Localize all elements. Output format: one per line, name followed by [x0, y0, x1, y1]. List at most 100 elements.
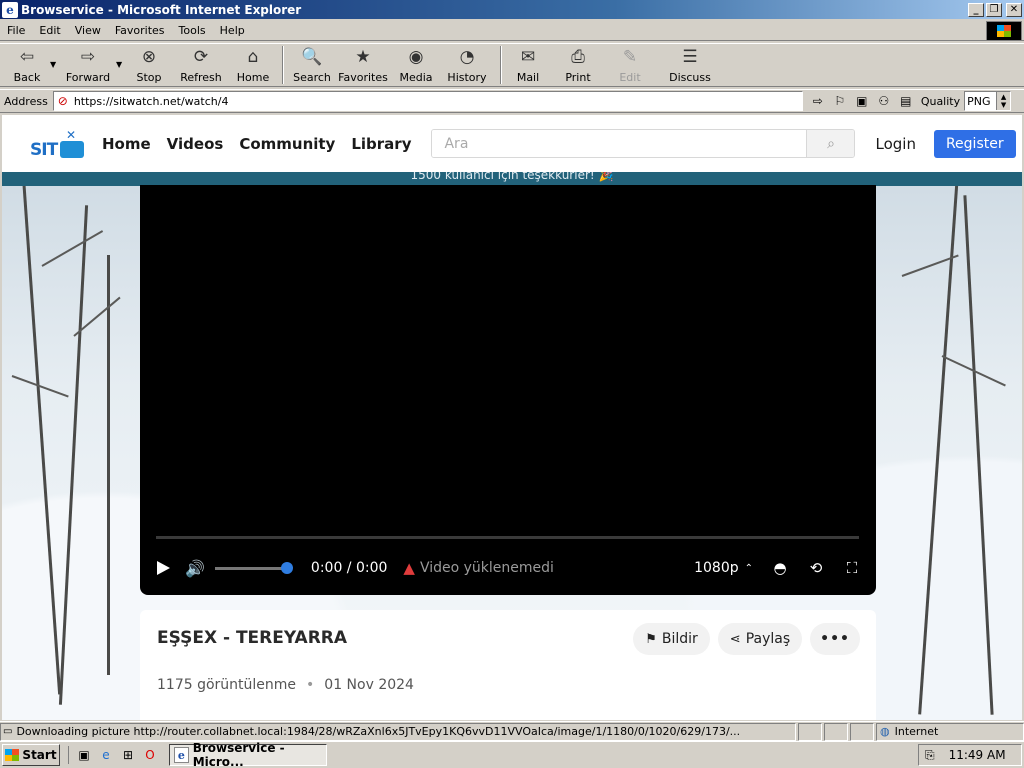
system-tray: ⎘ 11:49 AM: [918, 744, 1022, 766]
address-input[interactable]: ⊘ https://sitwatch.net/watch/4: [52, 91, 803, 111]
video-info-card: EŞŞEX - TEREYARRA ⚑ Bildir ⋖ Paylaş ••• …: [140, 610, 876, 720]
taskbar-task-browservice[interactable]: e Browservice - Micro...: [169, 741, 327, 768]
page-loading-icon: ▭: [3, 726, 13, 737]
edit-button[interactable]: ✎ Edit: [608, 44, 652, 86]
nav-library[interactable]: Library: [351, 135, 411, 153]
windows-logo-icon: [986, 21, 1022, 41]
stop-icon: ⊗: [141, 47, 157, 67]
window-controls: _ ❐ ✕: [968, 2, 1022, 17]
player-controls: 🔊 0:00 / 0:00 ▲ Video yüklenemedi 1080p …: [140, 553, 876, 583]
stop-button[interactable]: ⊗ Stop: [126, 44, 172, 86]
time-display: 0:00 / 0:00: [310, 560, 388, 576]
media-icon: ◉: [408, 47, 424, 67]
menu-edit[interactable]: Edit: [32, 24, 67, 37]
favorites-button[interactable]: ★ Favorites: [334, 44, 392, 86]
restore-icon[interactable]: ❐: [986, 2, 1002, 17]
search-button[interactable]: 🔍 Search: [290, 44, 334, 86]
network-icon[interactable]: ⊞: [119, 746, 137, 764]
menu-tools[interactable]: Tools: [172, 24, 213, 37]
progress-bar[interactable]: [156, 536, 859, 539]
volume-icon[interactable]: 🔊: [185, 559, 205, 578]
menu-help[interactable]: Help: [213, 24, 252, 37]
window-titlebar[interactable]: e Browservice - Microsoft Internet Explo…: [0, 0, 1024, 19]
warning-icon: ▲: [403, 559, 415, 577]
refresh-button[interactable]: ⟳ Refresh: [172, 44, 230, 86]
search-icon[interactable]: ⌕: [806, 130, 855, 157]
chevron-up-icon: ⌃: [744, 562, 753, 574]
go-arrow-icon[interactable]: ⇨: [809, 92, 827, 110]
nav-community[interactable]: Community: [239, 135, 335, 153]
minimize-icon[interactable]: _: [968, 2, 984, 17]
video-title: EŞŞEX - TEREYARRA: [157, 628, 348, 648]
mail-button[interactable]: ✉ Mail: [508, 44, 548, 86]
video-actions: ⚑ Bildir ⋖ Paylaş •••: [633, 623, 860, 655]
opera-icon[interactable]: O: [141, 746, 159, 764]
windows-flag-icon: [5, 749, 20, 761]
menu-view[interactable]: View: [68, 24, 108, 37]
ie-icon[interactable]: e: [97, 746, 115, 764]
close-icon[interactable]: ✕: [1006, 2, 1022, 17]
speed-gauge-icon[interactable]: ◓: [771, 559, 789, 577]
address-label: Address: [4, 94, 48, 108]
window-title: Browservice - Microsoft Internet Explore…: [21, 2, 302, 17]
volume-slider[interactable]: [214, 561, 294, 574]
media-button[interactable]: ◉ Media: [392, 44, 440, 86]
quality-select[interactable]: PNG ▲ ▼: [964, 91, 1012, 111]
video-meta: 1175 görüntülenme • 01 Nov 2024: [157, 677, 414, 693]
volume-knob[interactable]: [281, 561, 294, 574]
favorites-folder-icon: ★: [355, 47, 371, 67]
quality-label: Quality: [920, 94, 961, 108]
menu-favorites[interactable]: Favorites: [108, 24, 172, 37]
find-icon[interactable]: ▣: [853, 92, 871, 110]
internet-globe-icon: ◍: [880, 725, 890, 738]
register-button[interactable]: Register: [933, 129, 1016, 158]
flag-icon: ⚑: [645, 631, 657, 647]
quality-spinner-icon[interactable]: ▲ ▼: [996, 92, 1011, 110]
bookmark-icon[interactable]: ⚐: [831, 92, 849, 110]
load-error: ▲ Video yüklenemedi: [403, 559, 554, 577]
printer-icon: ⎙: [571, 47, 585, 67]
more-options-button[interactable]: •••: [810, 623, 860, 655]
fullscreen-icon[interactable]: ⛶: [843, 559, 861, 577]
volume-fill: [214, 566, 288, 570]
back-button[interactable]: ⇦ Back: [4, 44, 50, 86]
loop-icon[interactable]: ⟲: [807, 559, 825, 577]
sitwatch-logo[interactable]: ✕ SIT: [30, 126, 86, 162]
back-arrow-icon: ⇦: [19, 47, 35, 67]
page-viewport[interactable]: ✕ SIT Home Videos Community Library ⌕ Lo…: [2, 115, 1022, 720]
back-dropdown-icon[interactable]: ▼: [50, 44, 60, 69]
tv-icon: [60, 140, 84, 158]
binoculars-icon[interactable]: ⚇: [875, 92, 893, 110]
history-button[interactable]: ◔ History: [440, 44, 494, 86]
share-button[interactable]: ⋖ Paylaş: [717, 623, 803, 655]
menu-file[interactable]: File: [0, 24, 32, 37]
toolbar-separator: [282, 46, 284, 84]
quality-selector[interactable]: 1080p ⌃: [694, 560, 753, 576]
edit-page-icon: ✎: [622, 47, 638, 67]
report-button[interactable]: ⚑ Bildir: [633, 623, 710, 655]
nav-home[interactable]: Home: [102, 135, 151, 153]
desktop-icon[interactable]: ▣: [75, 746, 93, 764]
login-link[interactable]: Login: [875, 135, 915, 153]
start-button[interactable]: Start: [2, 744, 60, 766]
forward-button[interactable]: ⇨ Forward: [60, 44, 116, 86]
clipboard-icon[interactable]: ▤: [897, 92, 915, 110]
home-button[interactable]: ⌂ Home: [230, 44, 276, 86]
print-button[interactable]: ⎙ Print: [548, 44, 608, 86]
forward-dropdown-icon[interactable]: ▼: [116, 44, 126, 69]
play-icon[interactable]: [155, 560, 171, 576]
history-icon: ◔: [459, 47, 475, 67]
view-count: 1175 görüntülenme: [157, 677, 297, 693]
quick-launch: ▣ e ⊞ O: [68, 746, 159, 764]
page-icon: ⊘: [57, 94, 68, 108]
share-icon: ⋖: [729, 631, 741, 647]
address-url: https://sitwatch.net/watch/4: [73, 94, 229, 108]
discuss-icon: ☰: [682, 47, 698, 67]
tray-network-icon[interactable]: ⎘: [925, 748, 935, 763]
nav-videos[interactable]: Videos: [167, 135, 224, 153]
discuss-button[interactable]: ☰ Discuss: [660, 44, 720, 86]
video-player[interactable]: 🔊 0:00 / 0:00 ▲ Video yüklenemedi 1080p …: [140, 185, 876, 595]
site-header: ✕ SIT Home Videos Community Library ⌕ Lo…: [2, 115, 1022, 172]
clock[interactable]: 11:49 AM: [949, 748, 1006, 762]
search-input[interactable]: [432, 130, 807, 157]
